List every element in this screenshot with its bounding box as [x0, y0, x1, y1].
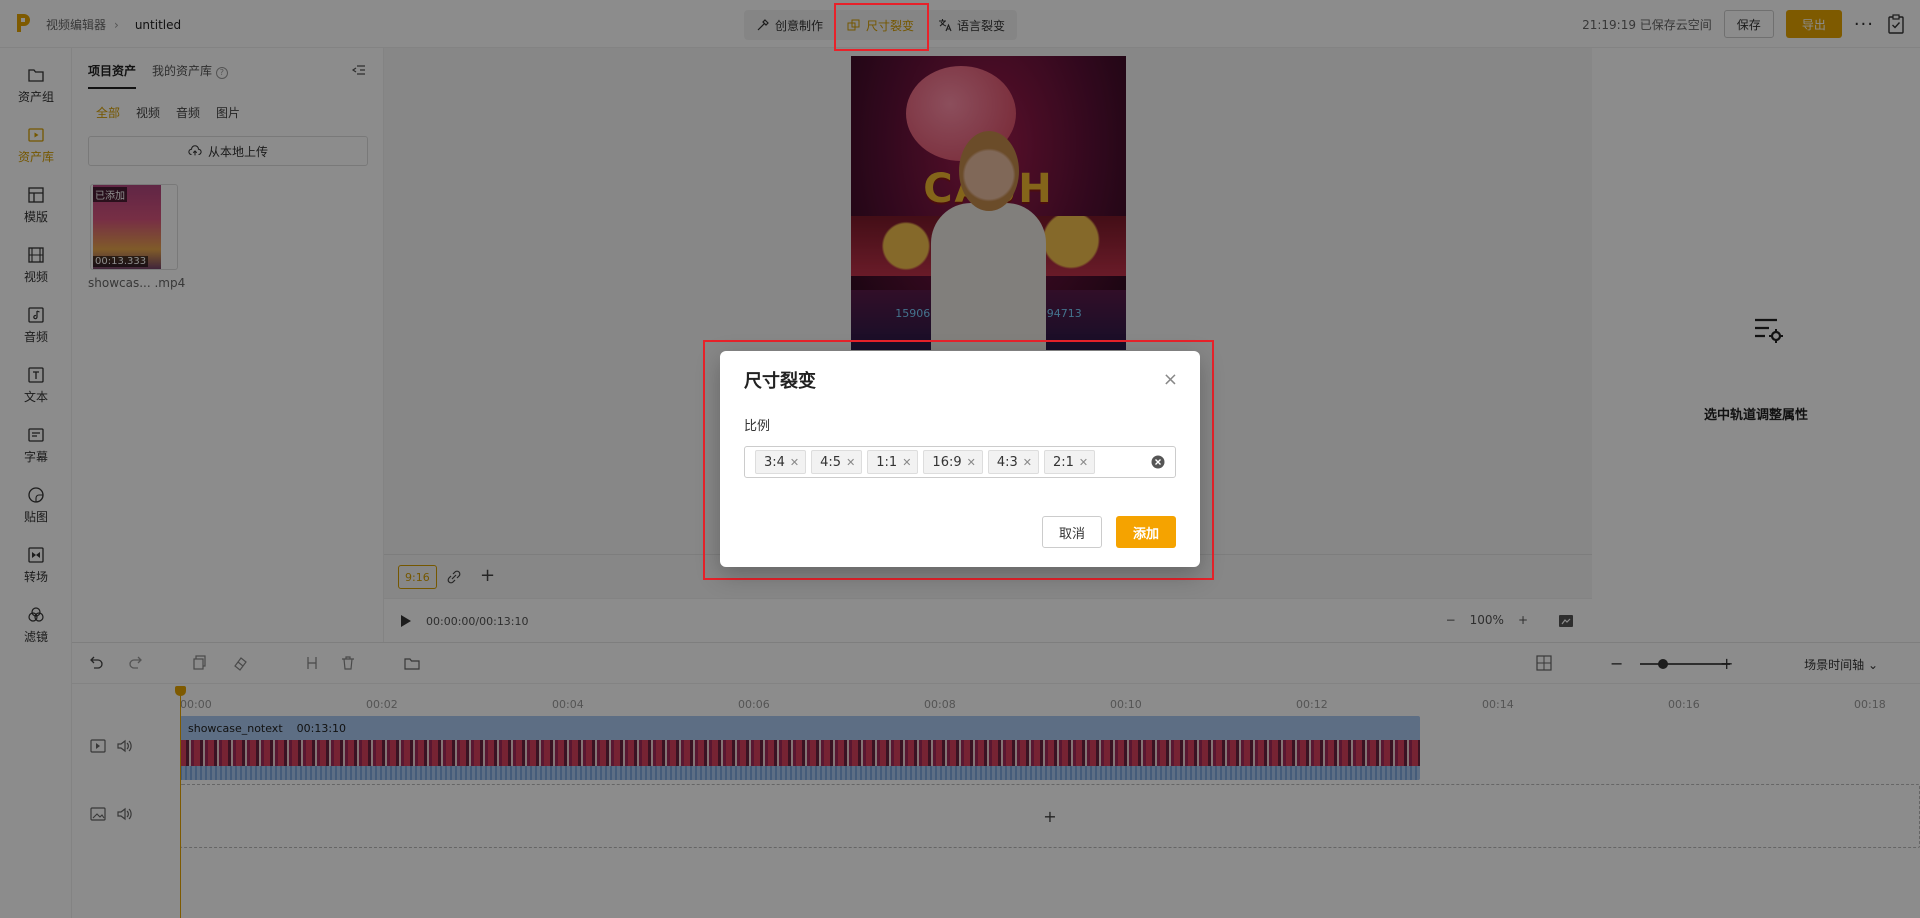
remove-tag-icon[interactable]: ✕: [1023, 456, 1032, 469]
highlight-box-tab-overlay: [834, 3, 929, 51]
remove-tag-icon[interactable]: ✕: [846, 456, 855, 469]
ratio-tag: 16:9 ✕: [923, 450, 983, 474]
clear-all-icon[interactable]: [1151, 455, 1165, 469]
remove-tag-icon[interactable]: ✕: [967, 456, 976, 469]
add-button[interactable]: 添加: [1116, 516, 1176, 548]
ratio-field-label: 比例: [744, 419, 771, 434]
remove-tag-icon[interactable]: ✕: [1079, 456, 1088, 469]
ratio-tag-label: 3:4: [764, 454, 785, 470]
ratio-tag: 1:1 ✕: [867, 450, 919, 474]
ratio-tag-label: 16:9: [932, 454, 962, 470]
remove-tag-icon[interactable]: ✕: [790, 456, 799, 469]
close-icon[interactable]: ×: [1163, 369, 1178, 390]
ratio-tag-label: 4:3: [996, 454, 1018, 470]
ratio-tag: 2:1 ✕: [1043, 450, 1096, 474]
size-variation-dialog: 尺寸裂变 × 比例 3:4 ✕ 4:5 ✕ 1:1 ✕ 16:9 ✕ 4:3 ✕ 2:1 ✕…: [720, 351, 1200, 567]
ratio-tag: 4:3 ✕: [987, 450, 1039, 474]
dialog-title: 尺寸裂变: [744, 371, 816, 392]
ratio-tag-label: 1:1: [876, 454, 898, 470]
cancel-button[interactable]: 取消: [1042, 516, 1102, 548]
ratio-multiselect[interactable]: 3:4 ✕ 4:5 ✕ 1:1 ✕ 16:9 ✕ 4:3 ✕ 2:1 ✕: [744, 446, 1176, 478]
ratio-tag: 3:4 ✕: [755, 450, 807, 474]
remove-tag-icon[interactable]: ✕: [902, 456, 911, 469]
ratio-tag: 4:5 ✕: [811, 450, 863, 474]
ratio-tag-label: 4:5: [820, 454, 842, 470]
ratio-tag-label: 2:1: [1052, 454, 1074, 470]
